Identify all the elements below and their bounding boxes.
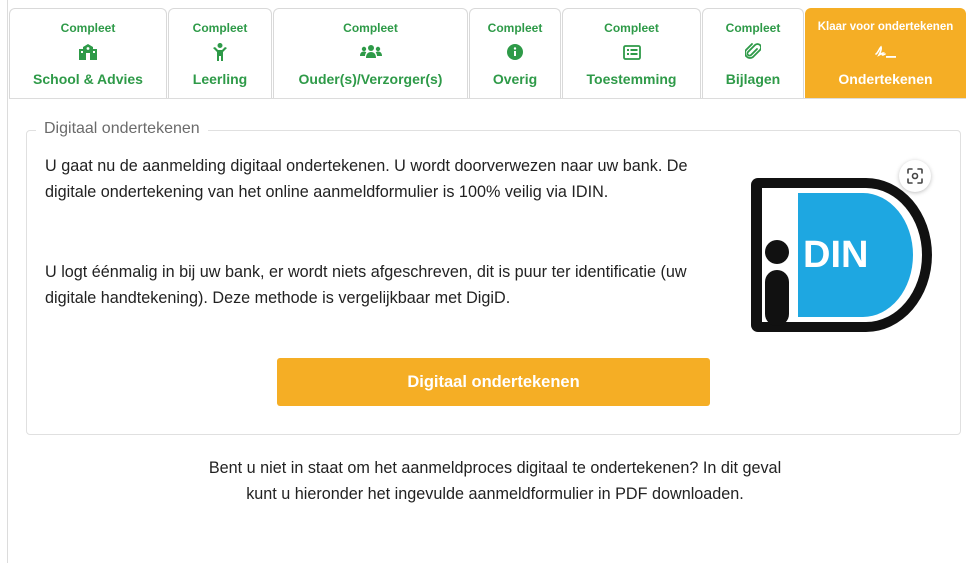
tab-status: Compleet: [487, 21, 543, 35]
signature-icon: [806, 42, 965, 62]
tab-status: Compleet: [604, 21, 659, 35]
tab-status: Compleet: [725, 21, 781, 35]
idin-logo: DIN: [748, 175, 934, 335]
tabs-divider: [9, 98, 966, 99]
digital-sign-button[interactable]: Digitaal ondertekenen: [277, 358, 710, 406]
tab-toestemming[interactable]: Compleet Toestemming: [562, 8, 701, 99]
scan-icon: [907, 168, 923, 184]
step-tabs: Compleet School & Advies Compleet Leerli…: [9, 8, 966, 99]
tab-status: Klaar voor ondertekenen: [817, 21, 954, 33]
list-box-icon: [563, 42, 700, 62]
tab-label: Ouder(s)/Verzorger(s): [298, 71, 443, 87]
tab-status: Compleet: [60, 21, 116, 35]
paperclip-icon: [703, 42, 803, 62]
tab-label: Ondertekenen: [838, 71, 933, 87]
tab-label: Overig: [492, 71, 538, 87]
info-paragraph: U logt éénmalig in bij uw bank, er wordt…: [45, 263, 687, 307]
tab-ondertekenen[interactable]: Klaar voor ondertekenen Ondertekenen: [805, 8, 966, 99]
tab-leerling[interactable]: Compleet Leerling: [168, 8, 272, 99]
pdf-download-note: Bent u niet in staat om het aanmeldproce…: [208, 459, 782, 503]
tab-ouders-verzorgers[interactable]: Compleet Ouder(s)/Verzorger(s): [273, 8, 468, 99]
tab-overig[interactable]: Compleet Overig: [469, 8, 561, 99]
tab-bijlagen[interactable]: Compleet Bijlagen: [702, 8, 804, 99]
intro-paragraph: U gaat nu de aanmelding digitaal onderte…: [45, 157, 688, 201]
tab-label: Bijlagen: [725, 71, 781, 87]
child-icon: [169, 42, 271, 62]
tab-label: Leerling: [192, 71, 248, 87]
tab-label: Toestemming: [586, 71, 677, 87]
idin-logo-text: DIN: [803, 234, 868, 276]
fieldset-legend: Digitaal ondertekenen: [36, 120, 208, 138]
visual-search-button[interactable]: [899, 160, 931, 192]
tab-status: Compleet: [343, 21, 398, 35]
school-icon: [10, 42, 166, 62]
users-icon: [274, 42, 467, 62]
tab-school-advies[interactable]: Compleet School & Advies: [9, 8, 167, 99]
info-circle-icon: [470, 42, 560, 62]
tab-label: School & Advies: [33, 71, 143, 87]
tab-status: Compleet: [192, 21, 248, 35]
